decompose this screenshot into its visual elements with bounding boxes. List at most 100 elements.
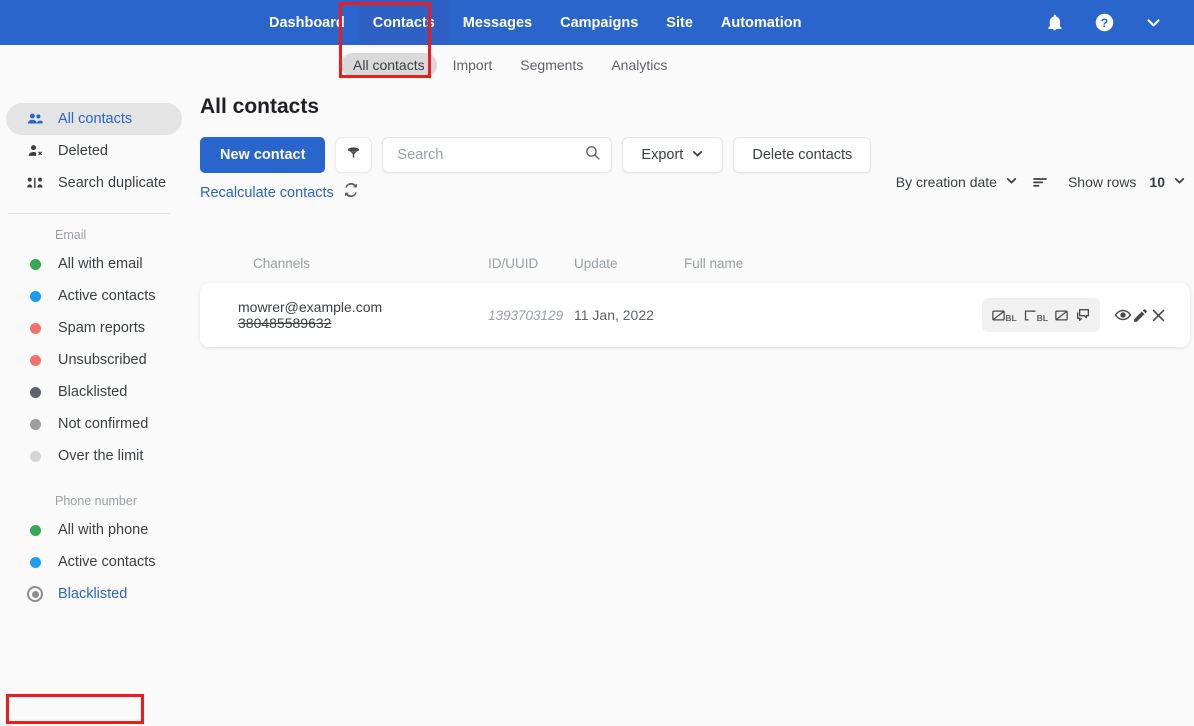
sort-label: By creation date — [895, 174, 997, 190]
sidebar-item-deleted[interactable]: Deleted — [6, 135, 182, 167]
topbar-right-actions: ? — [1045, 0, 1194, 45]
topnav-item-messages[interactable]: Messages — [449, 0, 546, 45]
sidebar-item-search-duplicate[interactable]: Search duplicate — [6, 167, 182, 199]
sub-navigation-bar: All contacts Import Segments Analytics — [0, 45, 1194, 85]
export-button[interactable]: Export — [622, 137, 724, 173]
bell-icon[interactable] — [1045, 13, 1064, 32]
search-icon[interactable] — [584, 144, 601, 166]
sidebar-item-unsubscribed[interactable]: Unsubscribed — [6, 344, 182, 376]
row-actions: BL BL — [982, 298, 1190, 332]
chat-icon[interactable] — [1075, 307, 1091, 323]
column-header-id: ID/UUID — [488, 255, 539, 271]
sidebar-item-email-blacklisted[interactable]: Blacklisted — [6, 376, 182, 408]
sidebar-item-label: Blacklisted — [58, 384, 128, 400]
phone-blacklist-icon[interactable]: BL — [1023, 308, 1048, 323]
subnav-item-analytics[interactable]: Analytics — [599, 53, 679, 77]
page-title: All contacts — [200, 95, 320, 118]
cell-id: 1393703129 — [488, 307, 564, 323]
people-icon — [26, 110, 44, 128]
refresh-icon[interactable] — [343, 182, 359, 203]
sidebar-item-phone-active-contacts[interactable]: Active contacts — [6, 546, 182, 578]
column-header-channels: Channels — [253, 255, 311, 271]
sidebar-item-label: Blacklisted — [58, 586, 128, 602]
table-header-row: Channels ID/UUID Update Full name — [200, 249, 1194, 277]
table-row[interactable]: mowrer@example.com 380485589632 13937031… — [200, 283, 1190, 347]
svg-text:?: ? — [1101, 16, 1108, 30]
status-dot-icon — [26, 290, 44, 302]
status-dot-icon — [26, 322, 44, 334]
search-input[interactable] — [397, 147, 585, 163]
cell-channels: mowrer@example.com 380485589632 — [200, 299, 488, 331]
sort-selector[interactable]: By creation date — [896, 174, 1018, 190]
status-dot-icon — [26, 354, 44, 366]
sidebar-group-label-email: Email — [55, 228, 87, 242]
status-dot-icon — [26, 556, 44, 568]
sidebar-item-label: Unsubscribed — [58, 352, 147, 368]
sidebar-item-label: All with email — [58, 256, 143, 272]
top-navigation-bar: Dashboard Contacts Messages Campaigns Si… — [0, 0, 1194, 45]
topnav-item-contacts[interactable]: Contacts — [358, 0, 449, 45]
sub-nav-items: All contacts Import Segments Analytics — [341, 53, 679, 77]
selected-ring-icon — [26, 586, 44, 602]
contact-email: mowrer@example.com — [238, 299, 383, 315]
sidebar-item-all-with-phone[interactable]: All with phone — [6, 514, 182, 546]
search-box[interactable] — [382, 137, 613, 173]
sidebar-item-label: Search duplicate — [58, 175, 167, 191]
sidebar-group-label-phone: Phone number — [55, 494, 138, 508]
funnel-icon — [345, 144, 362, 166]
subnav-item-segments[interactable]: Segments — [508, 53, 595, 77]
view-icon[interactable] — [1114, 306, 1132, 324]
sidebar-item-email-active-contacts[interactable]: Active contacts — [6, 280, 182, 312]
sidebar-item-label: Active contacts — [58, 554, 156, 570]
sidebar-item-label: All contacts — [58, 111, 133, 127]
topnav-item-site[interactable]: Site — [652, 0, 707, 45]
sidebar-item-label: All with phone — [58, 522, 149, 538]
chevron-down-icon[interactable] — [1145, 14, 1162, 31]
status-dot-icon — [26, 418, 44, 430]
status-dot-icon — [26, 450, 44, 462]
sidebar-item-label: Not confirmed — [58, 416, 149, 432]
person-remove-icon — [26, 142, 44, 160]
sidebar-item-not-confirmed[interactable]: Not confirmed — [6, 408, 182, 440]
duplicate-people-icon — [26, 174, 44, 192]
new-contact-button[interactable]: New contact — [200, 137, 326, 173]
top-nav-items: Dashboard Contacts Messages Campaigns Si… — [255, 0, 815, 45]
chevron-down-icon — [1005, 174, 1018, 190]
topnav-item-dashboard[interactable]: Dashboard — [255, 0, 359, 45]
delete-icon[interactable] — [1150, 307, 1168, 324]
subnav-item-all-contacts[interactable]: All contacts — [341, 53, 437, 77]
edit-icon[interactable] — [1132, 307, 1150, 324]
show-rows-selector[interactable]: 10 — [1149, 174, 1186, 190]
sidebar-item-phone-blacklisted[interactable]: Blacklisted — [6, 578, 182, 610]
sidebar-item-spam-reports[interactable]: Spam reports — [6, 312, 182, 344]
subnav-item-import[interactable]: Import — [441, 53, 505, 77]
sidebar-item-label: Spam reports — [58, 320, 146, 336]
sidebar-item-over-the-limit[interactable]: Over the limit — [6, 440, 182, 472]
column-header-update: Update — [574, 255, 618, 271]
sidebar-divider — [8, 213, 170, 214]
show-rows-label: Show rows — [1067, 174, 1137, 190]
help-icon[interactable]: ? — [1094, 12, 1115, 33]
topnav-item-automation[interactable]: Automation — [707, 0, 816, 45]
delete-contacts-button[interactable]: Delete contacts — [733, 137, 872, 173]
cell-update: 11 Jan, 2022 — [574, 307, 654, 323]
sidebar-item-label: Over the limit — [58, 448, 144, 464]
sidebar-item-label: Deleted — [58, 143, 108, 159]
chevron-down-icon — [691, 147, 704, 164]
sidebar-item-all-with-email[interactable]: All with email — [6, 248, 182, 280]
row-actions-group: BL BL — [982, 298, 1100, 332]
email-blacklist-icon[interactable]: BL — [991, 308, 1017, 323]
main-content: All contacts New contact Export — [188, 85, 1194, 726]
recalculate-contacts-link[interactable]: Recalculate contacts — [200, 185, 334, 201]
toolbar: New contact Export — [200, 137, 1194, 173]
status-dot-icon — [26, 258, 44, 270]
sidebar-item-label: Active contacts — [58, 288, 156, 304]
topnav-item-campaigns[interactable]: Campaigns — [546, 0, 652, 45]
email-unsubscribe-icon[interactable] — [1054, 308, 1069, 323]
sidebar-item-all-contacts[interactable]: All contacts — [6, 103, 182, 135]
sort-lines-icon[interactable] — [1031, 173, 1049, 191]
contact-phone: 380485589632 — [238, 315, 332, 331]
filter-button[interactable] — [335, 137, 373, 173]
sidebar: All contacts Deleted Search duplicate Em… — [0, 85, 188, 726]
export-label: Export — [641, 147, 684, 163]
